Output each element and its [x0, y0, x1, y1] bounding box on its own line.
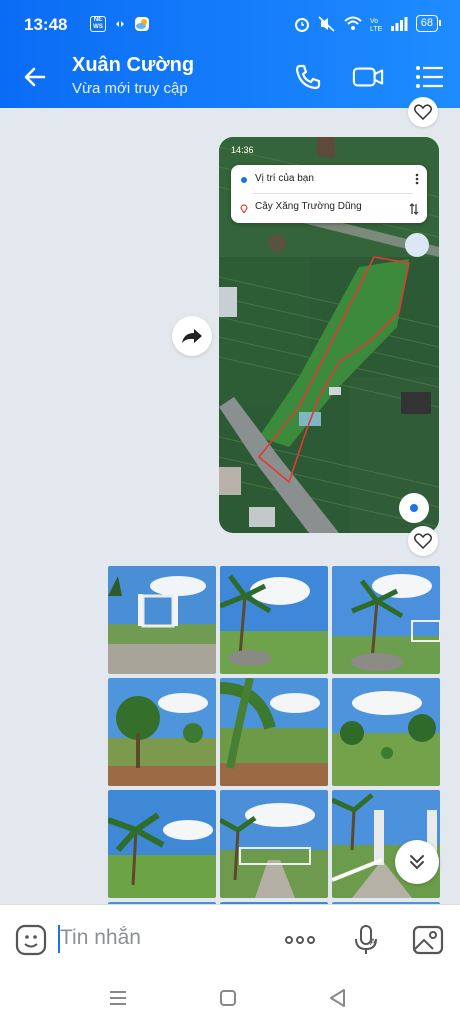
message-composer: A [0, 904, 460, 972]
message-input[interactable] [60, 923, 260, 953]
recent-apps-icon[interactable] [106, 986, 130, 1010]
phone-icon[interactable] [292, 62, 324, 92]
double-chevron-down-icon [410, 855, 424, 870]
destination-label: Cây Xăng Trường Dũng [255, 201, 362, 212]
voice-message-icon[interactable]: A [350, 923, 384, 957]
map-directions-panel: Vị trí của bạn Cây Xăng Trường Dũng [231, 165, 427, 223]
more-vert-icon [415, 173, 419, 185]
news-icon: NE WS [90, 16, 106, 32]
origin-dot-icon [241, 177, 247, 183]
back-arrow-icon[interactable] [18, 60, 52, 94]
home-icon[interactable] [216, 986, 240, 1010]
svg-text:Vo: Vo [370, 18, 378, 25]
react-heart-icon[interactable] [408, 526, 438, 556]
scroll-to-bottom-button[interactable] [395, 840, 439, 884]
contact-status: Vừa mới truy cập [72, 80, 188, 97]
svg-text:A: A [370, 937, 376, 947]
back-icon[interactable] [326, 986, 350, 1010]
layers-icon [405, 233, 429, 257]
wifi-icon [344, 16, 362, 30]
chat-header: 13:48 NE WS Vo LTE 68 Xuân Cường Vừa mới t… [0, 0, 460, 108]
album-photo[interactable] [108, 566, 216, 674]
status-time: 13:48 [24, 15, 68, 34]
my-location-icon [399, 493, 429, 523]
alarm-icon [294, 17, 309, 32]
more-horizontal-icon[interactable] [283, 923, 317, 957]
image-gallery-icon[interactable] [411, 923, 445, 957]
weather-icon [135, 17, 149, 31]
video-call-icon[interactable] [352, 62, 384, 92]
album-photo[interactable] [220, 790, 328, 898]
volte-icon: VoLTE [370, 18, 382, 32]
share-forward-icon[interactable] [172, 316, 212, 356]
signal-icon [390, 17, 408, 31]
contact-name[interactable]: Xuân Cường [72, 54, 194, 77]
system-navigation-bar [0, 972, 460, 1024]
sticker-icon[interactable] [14, 923, 48, 957]
divider [253, 193, 413, 194]
album-photo[interactable] [332, 566, 440, 674]
album-photo[interactable] [220, 566, 328, 674]
album-photo[interactable] [332, 678, 440, 786]
album-photo[interactable] [108, 678, 216, 786]
map-screenshot-image[interactable]: 14:36 Vị trí của bạn Cây Xăng Trường Dũn… [219, 137, 439, 533]
status-bar: 13:48 NE WS Vo LTE 68 [0, 0, 460, 50]
battery-icon: 68 [415, 15, 442, 32]
map-phone-time: 14:36 [231, 145, 254, 155]
status-left-icons: NE WS [90, 16, 150, 32]
mute-icon [318, 15, 335, 32]
album-photo[interactable] [220, 678, 328, 786]
svg-text:LTE: LTE [370, 26, 382, 32]
origin-label: Vị trí của bạn [255, 173, 314, 184]
sync-icon [116, 21, 124, 27]
album-photo[interactable] [108, 790, 216, 898]
status-right-icons: Vo LTE 68 [294, 15, 442, 32]
destination-pin-icon [240, 204, 248, 213]
swap-icon [409, 203, 419, 215]
menu-icon[interactable] [414, 62, 446, 92]
react-heart-icon[interactable] [408, 97, 438, 127]
